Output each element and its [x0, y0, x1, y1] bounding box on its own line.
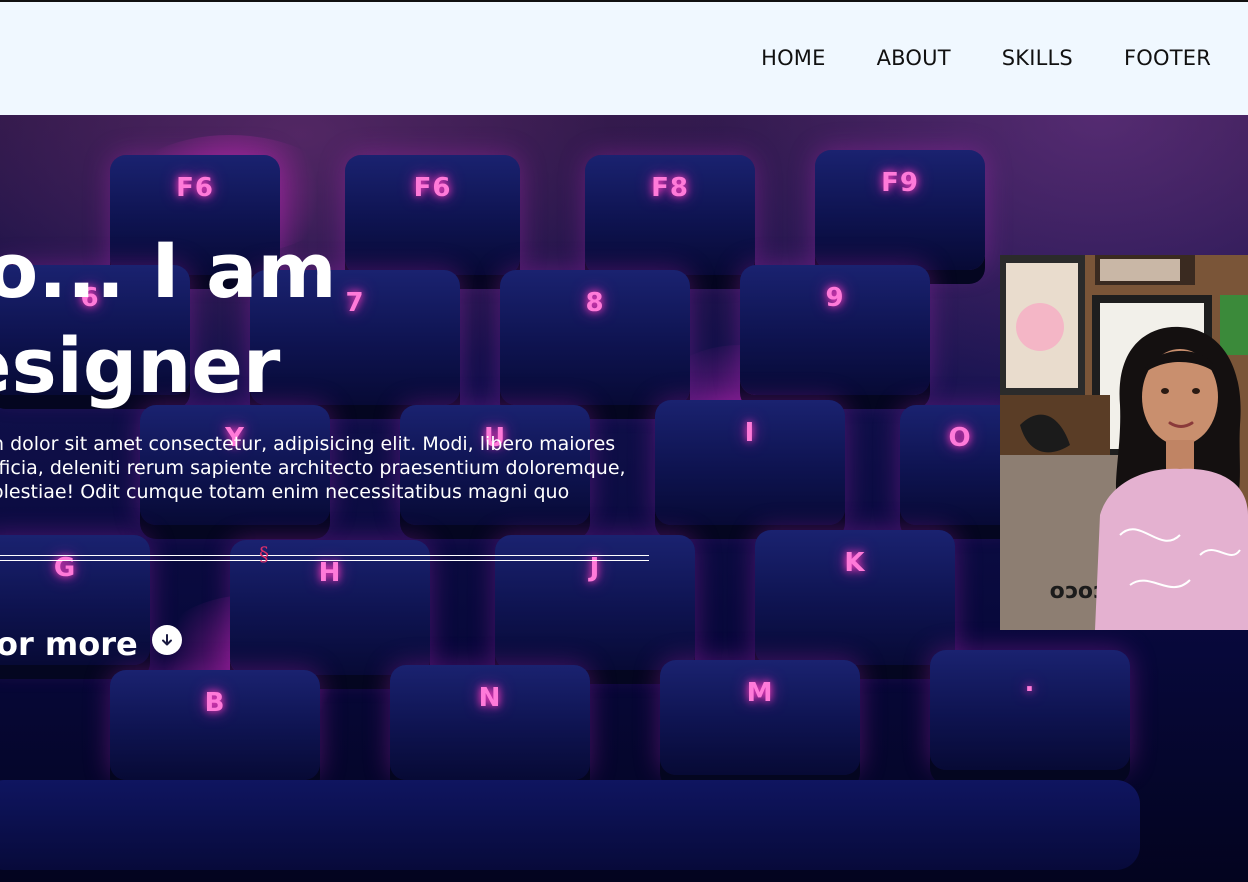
keycap: I [655, 400, 845, 525]
keycap: F9 [815, 150, 985, 270]
navbar: HOME ABOUT SKILLS FOOTER [0, 2, 1248, 115]
nav-link-skills[interactable]: SKILLS [1002, 46, 1073, 70]
profile-photo: coco [1000, 255, 1248, 630]
section-mark: § [259, 542, 269, 566]
nav-link-home[interactable]: HOME [761, 46, 826, 70]
hero-title-line-1: lo... I am [0, 226, 337, 315]
keycap: 9 [740, 265, 930, 395]
nav-link-footer[interactable]: FOOTER [1124, 46, 1211, 70]
spacebar-key [0, 780, 1140, 870]
nav-link-about[interactable]: ABOUT [877, 46, 951, 70]
scroll-more-label: or more [0, 625, 138, 663]
keycap: N [390, 665, 590, 780]
keycap: B [110, 670, 320, 780]
keycap: 8 [500, 270, 690, 405]
hero-title: lo... I am esigner [0, 223, 337, 413]
keycap: M [660, 660, 860, 775]
hero-title-line-2: esigner [0, 321, 281, 410]
hero-divider [0, 555, 649, 561]
hero-description: n dolor sit amet consectetur, adipisicin… [0, 433, 626, 503]
keycap: . [930, 650, 1130, 770]
nav-links: HOME ABOUT SKILLS FOOTER [710, 46, 1211, 70]
hero-section: F6 F6 F8 F9 6 7 8 9 Y U I O G H J K B N … [0, 115, 1248, 882]
keycap: K [755, 530, 955, 665]
keycap: F8 [585, 155, 755, 275]
keycap: F6 [345, 155, 520, 275]
arrow-down-icon[interactable] [152, 625, 182, 655]
scroll-more-link[interactable]: or more [0, 625, 138, 663]
